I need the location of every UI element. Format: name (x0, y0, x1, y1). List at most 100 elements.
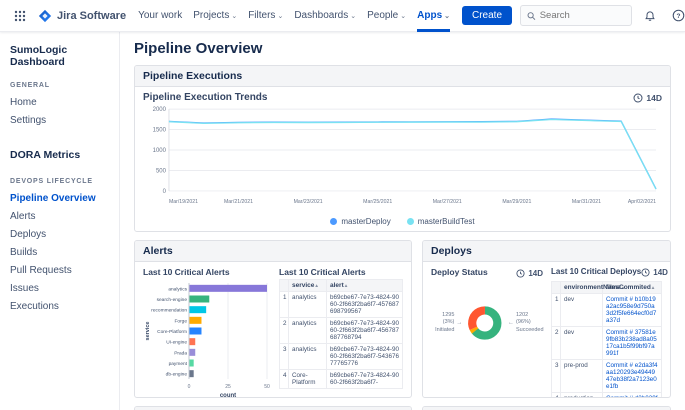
cell-environment: pre-prod (561, 360, 603, 393)
svg-text:Prada: Prada (174, 350, 187, 356)
svg-text:500: 500 (156, 168, 167, 174)
nav-item-filters[interactable]: Filters⌄ (248, 0, 283, 32)
nav-item-people[interactable]: People⌄ (367, 0, 406, 32)
commit-link[interactable]: Commit # d2b039fb1fe0020d2cd5d0 (606, 395, 657, 398)
alerts-bar-chart-title: Last 10 Critical Alerts (143, 267, 271, 277)
column-header-environmentname[interactable]: environmentName▴ (561, 282, 603, 294)
deploys-card-title: Deploys (423, 241, 670, 262)
line-chart-title: Pipeline Execution Trends (143, 92, 267, 103)
critical-alerts-table: service▴alert▴1analyticsb69cbe67-7e73-48… (279, 279, 403, 389)
nav-item-label: Your work (138, 10, 182, 21)
svg-text:Mar/25/2021: Mar/25/2021 (363, 199, 392, 205)
notifications-bell-icon[interactable] (640, 6, 660, 26)
svg-text:0: 0 (188, 384, 191, 390)
row-index: 1 (280, 292, 289, 318)
cell-alert: b69cbe67-7e73-4824-9060-2f663f2ba6f7- (327, 370, 403, 389)
column-header-index (280, 280, 289, 292)
nav-item-label: Apps (417, 10, 442, 21)
deploys-table-title: Last 10 Critical Deploys (551, 267, 641, 276)
table-row: 3pre-prodCommit # e2da3f4aa120293e494494… (552, 360, 662, 393)
help-icon[interactable]: ? (668, 6, 685, 26)
row-index: 1 (552, 294, 561, 327)
cell-environment: dev (561, 294, 603, 327)
sidebar-item-pull-requests[interactable]: Pull Requests (10, 261, 109, 279)
cell-commit: Commit # b10b19a2ac958e9d750a3d2f5fe664e… (603, 294, 662, 327)
page-title: Pipeline Overview (134, 40, 671, 57)
nav-item-label: People (367, 10, 398, 21)
cell-alert: b69cbe67-7e73-4824-9060-2f663f2ba6f7-457… (327, 292, 403, 318)
sidebar-item-alerts[interactable]: Alerts (10, 207, 109, 225)
nav-item-label: Dashboards (294, 10, 348, 21)
svg-text:search-engine: search-engine (157, 297, 188, 303)
clock-icon (633, 93, 643, 103)
clock-icon (516, 269, 525, 278)
legend-item-masterdeploy[interactable]: masterDeploy (330, 217, 390, 226)
app-switcher-icon[interactable] (10, 6, 30, 26)
sidebar: SumoLogic Dashboard GENERALHomeSettingsD… (0, 32, 120, 410)
cell-environment: production (561, 393, 603, 399)
cell-service: Core-Platform (289, 370, 327, 389)
time-range-chip[interactable]: 14D (633, 93, 662, 103)
svg-text:payment: payment (169, 361, 188, 367)
svg-text:2000: 2000 (153, 107, 167, 113)
donut-label-left: 1295 (3%) Initiated (431, 312, 454, 334)
svg-text:1500: 1500 (153, 128, 167, 134)
deploy-status-donut-chart (464, 299, 506, 347)
cell-environment: dev (561, 327, 603, 360)
range-label: 14D (646, 93, 662, 103)
deploy-status-range-chip[interactable]: 14D (516, 269, 543, 278)
jira-logo[interactable]: Jira Software (38, 9, 126, 23)
commit-link[interactable]: Commit # 37581e9fb83b238ad8a0517ca1b5f99… (606, 329, 657, 357)
row-index: 3 (552, 360, 561, 393)
sort-icon: ▴ (345, 283, 348, 289)
sidebar-item-pipeline-overview[interactable]: Pipeline Overview (10, 189, 109, 207)
alerts-card-title: Alerts (135, 241, 411, 262)
sidebar-item-home[interactable]: Home (10, 93, 109, 111)
sidebar-item-dora-metrics[interactable]: DORA Metrics (10, 145, 109, 164)
chevron-down-icon: ⌄ (400, 12, 406, 20)
nav-item-dashboards[interactable]: Dashboards⌄ (294, 0, 356, 32)
sidebar-item-settings[interactable]: Settings (10, 111, 109, 129)
alerts-card: Alerts Last 10 Critical Alerts 02550anal… (134, 240, 412, 398)
sidebar-item-issues[interactable]: Issues (10, 279, 109, 297)
search-box[interactable] (520, 5, 632, 26)
svg-text:Mar/27/2021: Mar/27/2021 (433, 199, 462, 205)
cell-commit: Commit # d2b039fb1fe0020d2cd5d0 (603, 393, 662, 399)
cell-service: analytics (289, 292, 327, 318)
app-name: Jira Software (57, 10, 126, 22)
svg-text:Forge: Forge (174, 318, 187, 324)
commit-link[interactable]: Commit # e2da3f4aa120293e4944947eb38f2a7… (606, 362, 657, 390)
pull-requests-card: Pull Requests (422, 406, 671, 410)
svg-text:UI-engine: UI-engine (166, 340, 187, 346)
svg-text:Mar/23/2021: Mar/23/2021 (294, 199, 323, 205)
column-header-filescommited[interactable]: filesCommited▴ (603, 282, 662, 294)
primary-nav: Your workProjects⌄Filters⌄Dashboards⌄Peo… (138, 0, 450, 32)
legend-item-masterbuildtest[interactable]: masterBuildTest (407, 217, 475, 226)
nav-item-apps[interactable]: Apps⌄ (417, 0, 450, 32)
column-header-service[interactable]: service▴ (289, 280, 327, 292)
column-header-index (552, 282, 561, 294)
deploys-table-range-chip[interactable]: 14D (641, 268, 668, 277)
nav-item-your-work[interactable]: Your work (138, 0, 182, 32)
cell-service: analytics (289, 344, 327, 370)
row-index: 2 (280, 318, 289, 344)
sidebar-item-deploys[interactable]: Deploys (10, 225, 109, 243)
sort-icon: ▴ (652, 285, 655, 291)
search-input[interactable] (540, 10, 625, 21)
chevron-down-icon: ⌄ (277, 12, 283, 20)
sidebar-item-builds[interactable]: Builds (10, 243, 109, 261)
svg-text:0: 0 (163, 189, 167, 195)
column-label: alert (330, 282, 344, 289)
search-icon (527, 11, 536, 21)
commit-link[interactable]: Commit # b10b19a2ac958e9d750a3d2f5fe664e… (606, 296, 656, 324)
topbar-right: ? ⚙ AB (520, 5, 685, 26)
create-button[interactable]: Create (462, 6, 512, 25)
column-header-alert[interactable]: alert▴ (327, 280, 403, 292)
sidebar-item-executions[interactable]: Executions (10, 297, 109, 315)
jira-logo-icon (38, 9, 52, 23)
svg-text:50: 50 (264, 384, 270, 390)
clock-icon (641, 268, 650, 277)
row-index: 3 (280, 344, 289, 370)
deploys-card: Deploys Deploy Status 14D (422, 240, 671, 398)
nav-item-projects[interactable]: Projects⌄ (193, 0, 237, 32)
